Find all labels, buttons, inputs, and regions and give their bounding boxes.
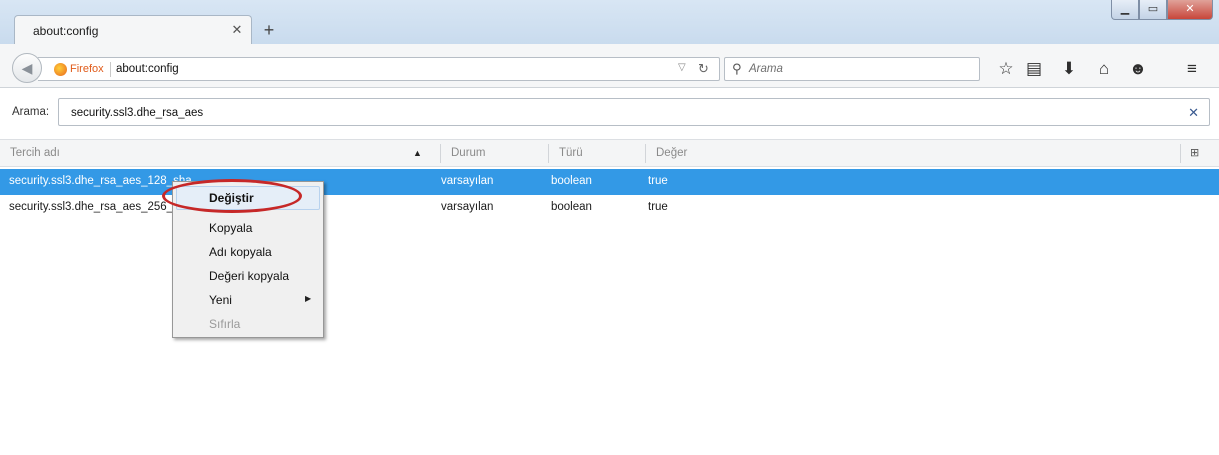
menu-item-copy-name[interactable]: Adı kopyala xyxy=(209,245,272,259)
download-icon[interactable]: ⬇ xyxy=(1059,59,1079,79)
tab-title: about:config xyxy=(33,24,99,38)
url-text[interactable]: about:config xyxy=(116,63,179,75)
menu-item-new[interactable]: Yeni xyxy=(209,293,232,307)
column-picker-icon[interactable]: ⊞ xyxy=(1190,146,1199,159)
close-window-icon[interactable]: ✕ xyxy=(1167,0,1213,20)
pref-value: true xyxy=(648,201,668,213)
back-arrow-icon[interactable]: ◀ xyxy=(12,53,42,83)
highlight-annotation xyxy=(162,179,302,213)
menu-item-copy-value[interactable]: Değeri kopyala xyxy=(209,269,289,283)
reading-list-icon[interactable]: ▤ xyxy=(1024,59,1044,79)
column-header: Tercih adı ▲ Durum Türü Değer ⊞ xyxy=(0,139,1219,167)
search-icon: ⚲ xyxy=(732,61,742,76)
pref-type: boolean xyxy=(551,175,592,187)
window-controls: ▁ ▭ ✕ xyxy=(1111,0,1213,20)
dropdown-icon[interactable]: ▽ xyxy=(678,62,686,73)
home-icon[interactable]: ⌂ xyxy=(1094,59,1114,79)
url-bar[interactable]: Firefox about:config ▽ ↻ xyxy=(38,57,720,81)
pref-type: boolean xyxy=(551,201,592,213)
pref-status: varsayılan xyxy=(441,175,494,187)
pref-name: security.ssl3.dhe_rsa_aes_128_sha xyxy=(9,175,192,187)
url-separator xyxy=(110,62,111,77)
hello-icon[interactable]: ☻ xyxy=(1128,59,1148,79)
close-tab-icon[interactable]: ✕ xyxy=(229,22,245,38)
menu-item-reset: Sıfırla xyxy=(209,317,241,331)
column-header-value[interactable]: Değer xyxy=(656,147,687,159)
title-bar: about:config ✕ + ▁ ▭ ✕ xyxy=(0,0,1219,45)
filter-label: Arama: xyxy=(12,106,50,118)
pref-value: true xyxy=(648,175,668,187)
column-separator[interactable] xyxy=(1180,144,1181,163)
filter-value: security.ssl3.dhe_rsa_aes xyxy=(71,107,204,119)
firefox-logo-icon xyxy=(54,63,67,76)
identity-label[interactable]: Firefox xyxy=(70,63,104,75)
menu-item-copy[interactable]: Kopyala xyxy=(209,221,252,235)
submenu-arrow-icon: ▶ xyxy=(305,294,312,303)
column-header-name[interactable]: Tercih adı xyxy=(10,147,60,159)
new-tab-icon[interactable]: + xyxy=(258,20,280,40)
maximize-window-icon[interactable]: ▭ xyxy=(1139,0,1167,20)
column-separator[interactable] xyxy=(645,144,646,163)
pref-name: security.ssl3.dhe_rsa_aes_256_sha xyxy=(9,201,192,213)
search-placeholder: Arama xyxy=(749,63,783,75)
column-separator[interactable] xyxy=(548,144,549,163)
sort-ascending-icon: ▲ xyxy=(413,148,422,158)
column-header-status[interactable]: Durum xyxy=(451,147,486,159)
column-header-type[interactable]: Türü xyxy=(559,147,583,159)
reload-icon[interactable]: ↻ xyxy=(698,61,709,77)
close-icon[interactable]: ✕ xyxy=(1188,105,1199,121)
search-bar[interactable]: ⚲ Arama xyxy=(724,57,980,81)
column-separator[interactable] xyxy=(440,144,441,163)
navigation-toolbar: Firefox about:config ▽ ↻ ◀ ⚲ Arama ☆ ▤ ⬇… xyxy=(0,44,1219,88)
filter-input[interactable]: security.ssl3.dhe_rsa_aes ✕ xyxy=(58,98,1210,126)
bookmark-star-icon[interactable]: ☆ xyxy=(996,59,1016,79)
pref-status: varsayılan xyxy=(441,201,494,213)
minimize-window-icon[interactable]: ▁ xyxy=(1111,0,1139,20)
hamburger-menu-icon[interactable]: ≡ xyxy=(1182,59,1202,79)
tab-about-config[interactable]: about:config ✕ xyxy=(14,15,252,45)
